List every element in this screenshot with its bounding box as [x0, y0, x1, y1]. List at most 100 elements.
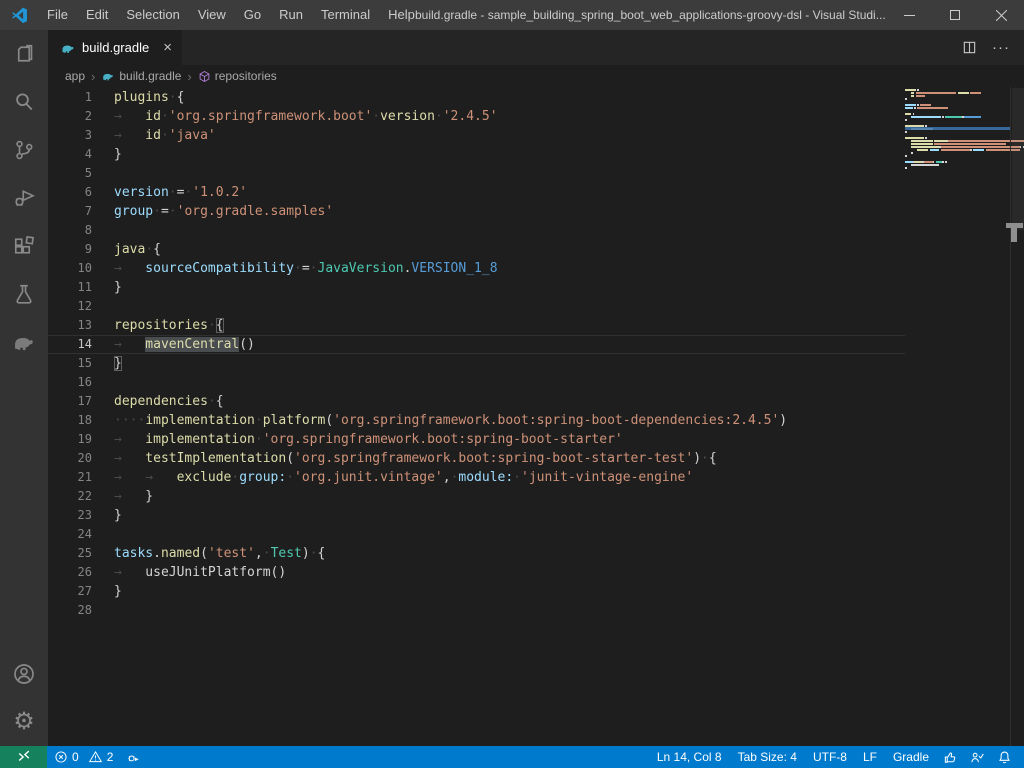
code-line[interactable]: 8 — [48, 221, 905, 240]
text-cursor-artifact — [1006, 223, 1023, 243]
code-line[interactable]: 22 →} — [48, 487, 905, 506]
encoding-indicator[interactable]: UTF-8 — [805, 746, 855, 768]
code-line[interactable]: 6version·=·'1.0.2' — [48, 183, 905, 202]
code-line[interactable]: 1 plugins·{ — [48, 88, 905, 107]
eol-indicator[interactable]: LF — [855, 746, 885, 768]
line-number: 8 — [48, 221, 92, 240]
line-number: 11 — [48, 278, 92, 297]
code-text: } — [114, 506, 122, 525]
breadcrumb-item-app[interactable]: app — [65, 69, 85, 83]
explorer-icon[interactable] — [0, 30, 48, 78]
gradle-elephant-icon — [60, 40, 76, 56]
code-line[interactable]: 2→id·'org.springframework.boot'·version·… — [48, 107, 905, 126]
extensions-icon[interactable] — [0, 222, 48, 270]
code-line[interactable]: 16 — [48, 373, 905, 392]
code-line[interactable]: 10→sourceCompatibility·=·JavaVersion.VER… — [48, 259, 905, 278]
testing-icon[interactable] — [0, 270, 48, 318]
line-number: 17 — [48, 392, 92, 411]
code-text: } — [114, 582, 122, 601]
line-number: 12 — [48, 297, 92, 316]
run-and-debug-icon[interactable] — [0, 174, 48, 222]
minimize-button[interactable] — [886, 0, 932, 30]
menu-terminal[interactable]: Terminal — [312, 0, 379, 30]
code-line[interactable]: 14→mavenCentral() — [48, 335, 905, 354]
maximize-button[interactable] — [932, 0, 978, 30]
thumbs-up-icon[interactable] — [937, 746, 964, 768]
menu-go[interactable]: Go — [235, 0, 270, 30]
code-line[interactable]: 13repositories·{ — [48, 316, 905, 335]
error-icon — [54, 750, 68, 764]
code-line[interactable]: 12 — [48, 297, 905, 316]
line-number: 20 — [48, 449, 92, 468]
code-line[interactable]: 24 — [48, 525, 905, 544]
code-editor[interactable]: 1 plugins·{2→id·'org.springframework.boot… — [48, 87, 1024, 746]
code-line[interactable]: 4} — [48, 145, 905, 164]
problems-indicator[interactable]: 0 2 — [47, 746, 120, 768]
window-title: build.gradle - sample_building_spring_bo… — [415, 0, 886, 30]
code-line[interactable]: 28 — [48, 601, 905, 620]
code-line[interactable]: 21→→exclude·group:·'org.junit.vintage',·… — [48, 468, 905, 487]
code-line[interactable]: 15} — [48, 354, 905, 373]
settings-gear-icon[interactable]: ⚙ — [0, 698, 48, 746]
code-text: →id·'java' — [114, 126, 216, 145]
tab-close-icon[interactable]: × — [163, 40, 172, 55]
warning-icon — [88, 750, 103, 764]
tab-size-indicator[interactable]: Tab Size: 4 — [730, 746, 805, 768]
menu-file[interactable]: File — [38, 0, 77, 30]
menu-run[interactable]: Run — [270, 0, 312, 30]
code-line[interactable]: 26→useJUnitPlatform() — [48, 563, 905, 582]
tab-build-gradle[interactable]: build.gradle × — [48, 30, 182, 65]
notifications-bell-icon[interactable] — [991, 746, 1024, 768]
accounts-icon[interactable] — [0, 650, 48, 698]
editor-group: build.gradle × ··· app › build.gradle › — [48, 30, 1024, 746]
language-mode-indicator[interactable]: Gradle — [885, 746, 937, 768]
code-line[interactable]: 5 — [48, 164, 905, 183]
close-button[interactable] — [978, 0, 1024, 30]
warning-count: 2 — [107, 750, 114, 764]
minimap[interactable] — [905, 88, 1010, 172]
code-line[interactable]: 25tasks.named('test',·Test)·{ — [48, 544, 905, 563]
code-line[interactable]: 19→implementation·'org.springframework.b… — [48, 430, 905, 449]
title-bar: File Edit Selection View Go Run Terminal… — [0, 0, 1024, 30]
code-line[interactable]: 11} — [48, 278, 905, 297]
code-line[interactable]: 18····implementation·platform('org.sprin… — [48, 411, 905, 430]
code-line[interactable]: 17dependencies·{ — [48, 392, 905, 411]
gradle-icon[interactable] — [0, 318, 48, 366]
more-actions-icon[interactable]: ··· — [988, 35, 1014, 61]
line-number: 1 — [48, 88, 92, 107]
menu-edit[interactable]: Edit — [77, 0, 117, 30]
line-number: 23 — [48, 506, 92, 525]
menu-view[interactable]: View — [189, 0, 235, 30]
source-control-icon[interactable] — [0, 126, 48, 174]
debug-icon[interactable] — [120, 746, 147, 768]
code-text: →mavenCentral() — [114, 336, 255, 353]
line-number: 9 — [48, 240, 92, 259]
line-number: 5 — [48, 164, 92, 183]
vertical-scrollbar[interactable] — [1010, 87, 1024, 746]
code-text: →} — [114, 487, 153, 506]
code-line[interactable]: 27} — [48, 582, 905, 601]
code-text: ····implementation·platform('org.springf… — [114, 411, 787, 430]
menu-selection[interactable]: Selection — [117, 0, 188, 30]
code-line[interactable]: 3→id·'java' — [48, 126, 905, 145]
breadcrumb-item-file[interactable]: build.gradle — [101, 69, 181, 83]
breadcrumb: app › build.gradle › repositories — [48, 65, 1024, 87]
code-line[interactable]: 23} — [48, 506, 905, 525]
code-text: version·=·'1.0.2' — [114, 183, 247, 202]
vscode-logo-icon — [11, 7, 28, 24]
code-line[interactable]: 9java·{ — [48, 240, 905, 259]
search-icon[interactable] — [0, 78, 48, 126]
line-col-indicator[interactable]: Ln 14, Col 8 — [649, 746, 730, 768]
feedback-icon[interactable] — [964, 746, 991, 768]
code-line[interactable]: 7group·=·'org.gradle.samples' — [48, 202, 905, 221]
split-editor-icon[interactable] — [956, 35, 982, 61]
code-text: plugins·{ — [114, 88, 184, 107]
line-number: 15 — [48, 354, 92, 373]
code-line[interactable]: 20→testImplementation('org.springframewo… — [48, 449, 905, 468]
line-number: 22 — [48, 487, 92, 506]
tab-label: build.gradle — [82, 40, 149, 55]
remote-indicator[interactable] — [0, 746, 47, 768]
scrollbar-slider[interactable] — [1012, 88, 1024, 230]
breadcrumb-item-symbol[interactable]: repositories — [198, 69, 277, 83]
line-number: 24 — [48, 525, 92, 544]
